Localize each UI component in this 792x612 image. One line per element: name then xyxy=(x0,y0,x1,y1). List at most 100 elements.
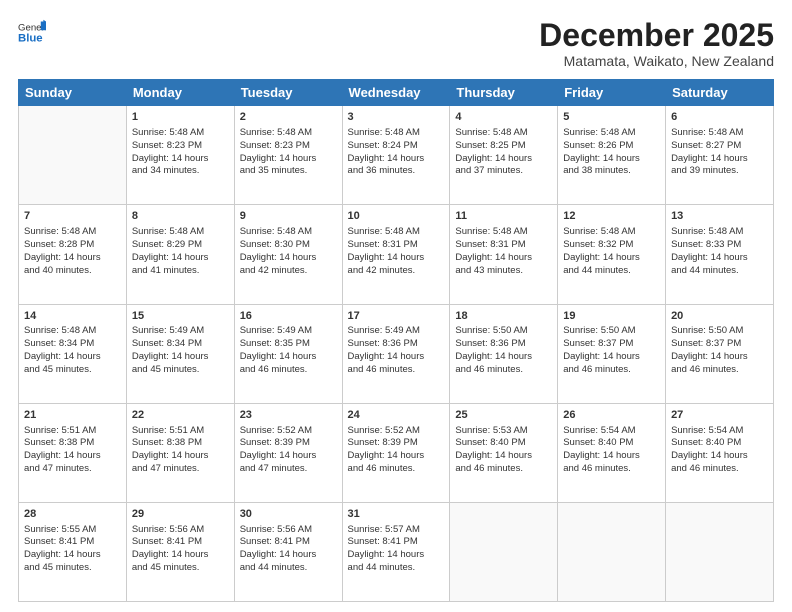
day-number: 10 xyxy=(348,209,445,224)
col-friday: Friday xyxy=(558,80,666,106)
logo: General Blue xyxy=(18,18,46,46)
calendar-cell: 18Sunrise: 5:50 AMSunset: 8:36 PMDayligh… xyxy=(450,304,558,403)
day-number: 23 xyxy=(240,408,337,423)
daylight-text-line1: Daylight: 14 hours xyxy=(455,450,552,463)
daylight-text-line1: Daylight: 14 hours xyxy=(240,549,337,562)
sunrise-text: Sunrise: 5:54 AM xyxy=(671,425,768,438)
daylight-text-line1: Daylight: 14 hours xyxy=(348,153,445,166)
sunset-text: Sunset: 8:34 PM xyxy=(132,338,229,351)
daylight-text-line2: and 46 minutes. xyxy=(671,364,768,377)
daylight-text-line1: Daylight: 14 hours xyxy=(132,549,229,562)
sunrise-text: Sunrise: 5:48 AM xyxy=(132,226,229,239)
sunrise-text: Sunrise: 5:50 AM xyxy=(455,325,552,338)
daylight-text-line2: and 46 minutes. xyxy=(348,463,445,476)
calendar-cell: 10Sunrise: 5:48 AMSunset: 8:31 PMDayligh… xyxy=(342,205,450,304)
calendar-cell xyxy=(19,106,127,205)
daylight-text-line1: Daylight: 14 hours xyxy=(563,351,660,364)
daylight-text-line2: and 43 minutes. xyxy=(455,265,552,278)
day-number: 31 xyxy=(348,507,445,522)
day-number: 20 xyxy=(671,309,768,324)
calendar-cell: 15Sunrise: 5:49 AMSunset: 8:34 PMDayligh… xyxy=(126,304,234,403)
day-number: 6 xyxy=(671,110,768,125)
calendar-cell: 24Sunrise: 5:52 AMSunset: 8:39 PMDayligh… xyxy=(342,403,450,502)
daylight-text-line2: and 36 minutes. xyxy=(348,165,445,178)
calendar-cell: 17Sunrise: 5:49 AMSunset: 8:36 PMDayligh… xyxy=(342,304,450,403)
daylight-text-line1: Daylight: 14 hours xyxy=(455,252,552,265)
calendar-cell: 25Sunrise: 5:53 AMSunset: 8:40 PMDayligh… xyxy=(450,403,558,502)
sunrise-text: Sunrise: 5:48 AM xyxy=(671,226,768,239)
svg-text:Blue: Blue xyxy=(18,33,43,45)
day-number: 14 xyxy=(24,309,121,324)
sunrise-text: Sunrise: 5:56 AM xyxy=(132,524,229,537)
daylight-text-line2: and 46 minutes. xyxy=(348,364,445,377)
sunrise-text: Sunrise: 5:51 AM xyxy=(24,425,121,438)
daylight-text-line2: and 44 minutes. xyxy=(671,265,768,278)
sunset-text: Sunset: 8:26 PM xyxy=(563,140,660,153)
calendar-cell xyxy=(666,502,774,601)
daylight-text-line1: Daylight: 14 hours xyxy=(240,153,337,166)
sunrise-text: Sunrise: 5:48 AM xyxy=(240,226,337,239)
calendar-cell: 6Sunrise: 5:48 AMSunset: 8:27 PMDaylight… xyxy=(666,106,774,205)
logo-icon: General Blue xyxy=(18,18,46,46)
daylight-text-line2: and 44 minutes. xyxy=(563,265,660,278)
calendar-cell xyxy=(558,502,666,601)
calendar-week-2: 7 Sunrise: 5:48 AM Sunset: 8:28 PM Daylight… xyxy=(19,205,774,304)
sunrise-text: Sunrise: 5:48 AM xyxy=(348,226,445,239)
day-number: 7 xyxy=(24,209,121,224)
sunrise-text: Sunrise: 5:54 AM xyxy=(563,425,660,438)
subtitle: Matamata, Waikato, New Zealand xyxy=(539,53,774,69)
sunset-text: Sunset: 8:34 PM xyxy=(24,338,121,351)
sunset-text: Sunset: 8:31 PM xyxy=(455,239,552,252)
sunrise-text: Sunrise: 5:49 AM xyxy=(348,325,445,338)
daylight-text-line1: Daylight: 14 hours xyxy=(132,153,229,166)
daylight-text-line1: Daylight: 14 hours xyxy=(563,153,660,166)
sunset-text: Sunset: 8:32 PM xyxy=(563,239,660,252)
daylight-text-line2: and 44 minutes. xyxy=(348,562,445,575)
calendar-cell: 8Sunrise: 5:48 AMSunset: 8:29 PMDaylight… xyxy=(126,205,234,304)
calendar-cell: 26Sunrise: 5:54 AMSunset: 8:40 PMDayligh… xyxy=(558,403,666,502)
sunset-text: Sunset: 8:40 PM xyxy=(563,437,660,450)
calendar-cell: 4Sunrise: 5:48 AMSunset: 8:25 PMDaylight… xyxy=(450,106,558,205)
sunset-text: Sunset: 8:23 PM xyxy=(240,140,337,153)
sunrise-text: Sunrise: 5:49 AM xyxy=(240,325,337,338)
daylight-text-line2: and 45 minutes. xyxy=(132,364,229,377)
sunset-text: Sunset: 8:28 PM xyxy=(24,239,121,252)
sunset-text: Sunset: 8:41 PM xyxy=(132,536,229,549)
daylight-text-line1: Daylight: 14 hours xyxy=(671,450,768,463)
daylight-text-line2: and 42 minutes. xyxy=(348,265,445,278)
day-number: 8 xyxy=(132,209,229,224)
daylight-text-line2: and 46 minutes. xyxy=(671,463,768,476)
daylight-text-line2: and 47 minutes. xyxy=(240,463,337,476)
daylight-text-line2: and 46 minutes. xyxy=(563,463,660,476)
day-number: 21 xyxy=(24,408,121,423)
sunset-text: Sunset: 8:24 PM xyxy=(348,140,445,153)
sunrise-text: Sunrise: 5:52 AM xyxy=(348,425,445,438)
calendar-cell: 22Sunrise: 5:51 AMSunset: 8:38 PMDayligh… xyxy=(126,403,234,502)
day-number: 18 xyxy=(455,309,552,324)
daylight-text-line2: and 46 minutes. xyxy=(240,364,337,377)
calendar-cell xyxy=(450,502,558,601)
daylight-text-line1: Daylight: 14 hours xyxy=(24,549,121,562)
daylight-text-line1: Daylight: 14 hours xyxy=(240,351,337,364)
daylight-text-line2: and 47 minutes. xyxy=(132,463,229,476)
day-number: 27 xyxy=(671,408,768,423)
calendar-cell: 12Sunrise: 5:48 AMSunset: 8:32 PMDayligh… xyxy=(558,205,666,304)
daylight-text-line2: and 46 minutes. xyxy=(455,364,552,377)
calendar-cell: 14Sunrise: 5:48 AMSunset: 8:34 PMDayligh… xyxy=(19,304,127,403)
calendar-cell: 19Sunrise: 5:50 AMSunset: 8:37 PMDayligh… xyxy=(558,304,666,403)
day-number: 12 xyxy=(563,209,660,224)
daylight-text-line2: and 42 minutes. xyxy=(240,265,337,278)
sunset-text: Sunset: 8:36 PM xyxy=(455,338,552,351)
day-number: 1 xyxy=(132,110,229,125)
daylight-text-line2: and 45 minutes. xyxy=(24,562,121,575)
daylight-text-line2: and 38 minutes. xyxy=(563,165,660,178)
col-wednesday: Wednesday xyxy=(342,80,450,106)
calendar-cell: 1Sunrise: 5:48 AMSunset: 8:23 PMDaylight… xyxy=(126,106,234,205)
calendar-cell: 5Sunrise: 5:48 AMSunset: 8:26 PMDaylight… xyxy=(558,106,666,205)
daylight-text-line2: and 41 minutes. xyxy=(132,265,229,278)
calendar-cell: 3Sunrise: 5:48 AMSunset: 8:24 PMDaylight… xyxy=(342,106,450,205)
day-number: 16 xyxy=(240,309,337,324)
sunset-text: Sunset: 8:38 PM xyxy=(24,437,121,450)
day-number: 17 xyxy=(348,309,445,324)
daylight-text-line2: and 46 minutes. xyxy=(563,364,660,377)
